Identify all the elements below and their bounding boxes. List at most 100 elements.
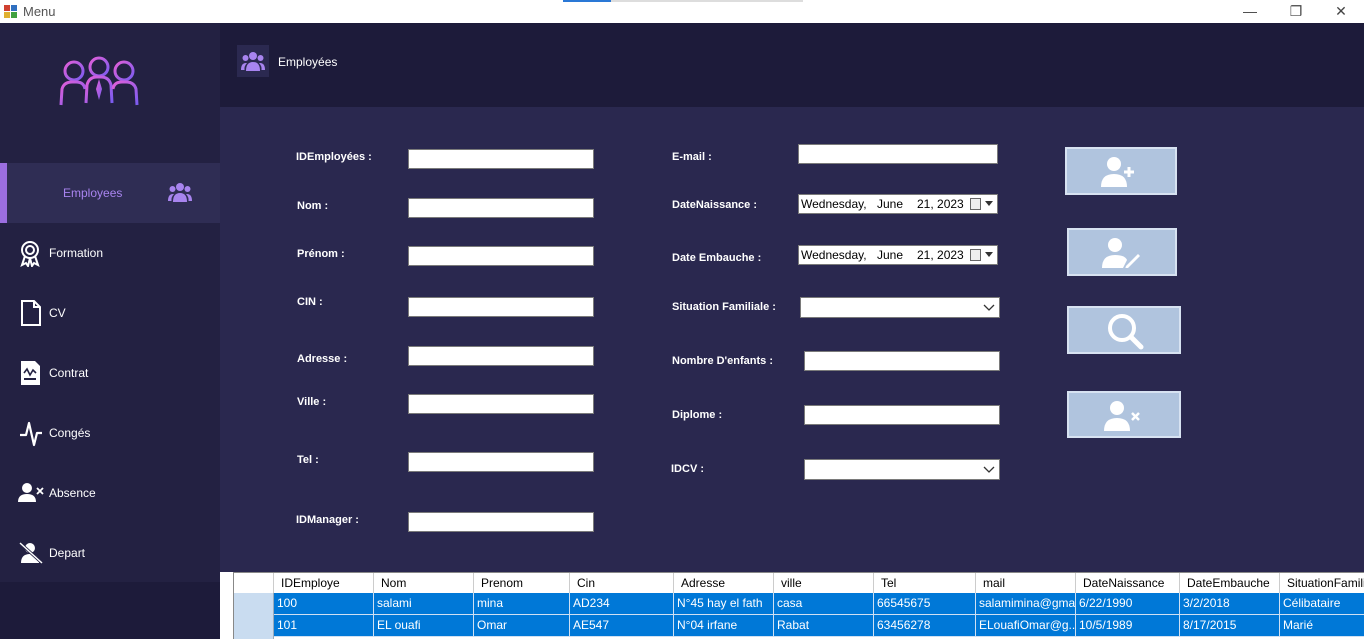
column-header[interactable]: ville (774, 573, 874, 593)
sidebar-item-contrat[interactable]: Contrat (0, 343, 220, 403)
title-progress (563, 0, 803, 2)
column-header[interactable]: DateEmbauche (1180, 573, 1280, 593)
column-header[interactable]: IDEmploye (274, 573, 374, 593)
nom-input[interactable] (408, 198, 594, 218)
table-corner[interactable] (234, 573, 274, 593)
users-icon (168, 183, 192, 202)
situation-select[interactable] (800, 297, 1000, 318)
sidebar-item-cv[interactable]: CV (0, 283, 220, 343)
sidebar-item-label: Formation (49, 246, 104, 260)
restore-button[interactable]: ❐ (1273, 0, 1319, 23)
row-header[interactable] (234, 593, 274, 615)
delete-employee-button[interactable] (1067, 391, 1181, 438)
cin-input[interactable] (408, 297, 594, 317)
sidebar-item-formation[interactable]: Formation (0, 223, 220, 283)
table-cell[interactable]: mina (474, 593, 570, 615)
user-slash-icon (18, 541, 44, 565)
add-user-icon (1101, 157, 1134, 187)
activity-icon (20, 421, 42, 447)
id-employee-input[interactable] (408, 149, 594, 169)
table-cell[interactable]: salamimina@gma... (976, 593, 1076, 615)
chevron-down-icon[interactable] (985, 252, 993, 257)
hire-date-picker[interactable]: Wednesday, June 21, 2023 (798, 245, 998, 265)
table-cell[interactable]: 63456278 (874, 615, 976, 637)
sidebar-item-label: Absence (49, 486, 96, 500)
prenom-input[interactable] (408, 246, 594, 266)
header: Employées (220, 23, 1364, 107)
email-input[interactable] (798, 144, 998, 164)
idcv-select[interactable] (804, 459, 1000, 480)
search-icon (1108, 314, 1144, 350)
table-cell[interactable]: Rabat (774, 615, 874, 637)
calendar-icon[interactable] (970, 249, 981, 261)
hire-date-month: June (877, 248, 904, 262)
close-button[interactable]: ✕ (1318, 0, 1364, 23)
children-label: Nombre D'enfants : (672, 355, 774, 367)
edit-employee-button[interactable] (1067, 228, 1177, 276)
birth-date-label: DateNaissance : (672, 199, 757, 211)
users-icon (241, 52, 265, 71)
chevron-down-icon (983, 304, 995, 311)
column-header[interactable]: Prenom (474, 573, 570, 593)
table-cell[interactable]: casa (774, 593, 874, 615)
column-header[interactable]: DateNaissance (1076, 573, 1180, 593)
column-header[interactable]: Adresse (674, 573, 774, 593)
sidebar-item-label: Contrat (49, 366, 89, 380)
table-cell[interactable]: 66545675 (874, 593, 976, 615)
add-employee-button[interactable] (1065, 147, 1177, 195)
column-header[interactable]: SituationFamiliale (1280, 573, 1364, 593)
table-cell[interactable]: Célibataire (1280, 593, 1364, 615)
calendar-icon[interactable] (970, 198, 981, 210)
table-cell[interactable]: Omar (474, 615, 570, 637)
hire-date-day-year: 21, 2023 (917, 248, 964, 262)
table-cell[interactable]: N°04 irfane (674, 615, 774, 637)
table-cell[interactable]: 6/22/1990 (1076, 593, 1180, 615)
table-cell[interactable]: AE547 (570, 615, 674, 637)
birth-date-picker[interactable]: Wednesday, June 21, 2023 (798, 194, 998, 214)
birth-date-day-year: 21, 2023 (917, 197, 964, 211)
page-title: Employées (278, 55, 338, 69)
sidebar-item-conges[interactable]: Congés (0, 403, 220, 463)
table-cell[interactable]: 101 (274, 615, 374, 637)
table-cell[interactable]: 100 (274, 593, 374, 615)
sidebar-item-absence[interactable]: Absence (0, 463, 220, 523)
table-cell[interactable]: 10/5/1989 (1076, 615, 1180, 637)
column-header[interactable]: Tel (874, 573, 976, 593)
birth-date-month: June (877, 197, 904, 211)
email-label: E-mail : (672, 151, 712, 163)
ville-input[interactable] (408, 394, 594, 414)
adresse-input[interactable] (408, 346, 594, 366)
column-header[interactable]: Nom (374, 573, 474, 593)
table-cell[interactable]: ELouafiOmar@g... (976, 615, 1076, 637)
table-cell[interactable]: N°45 hay el fath (674, 593, 774, 615)
employees-table[interactable]: IDEmploye Nom Prenom Cin Adresse ville Tel mail… (233, 572, 1364, 639)
window-title: Menu (23, 4, 56, 19)
delete-user-icon (1104, 401, 1140, 431)
table-cell[interactable]: EL ouafi (374, 615, 474, 637)
sidebar-footer (0, 582, 220, 639)
row-header[interactable] (234, 615, 274, 637)
table-cell[interactable]: 8/17/2015 (1180, 615, 1280, 637)
children-input[interactable] (804, 351, 1000, 371)
table-cell[interactable]: Marié (1280, 615, 1364, 637)
id-employee-label: IDEmployées : (296, 151, 372, 163)
sidebar-item-label: Depart (49, 546, 86, 560)
sidebar-item-employees[interactable]: Employees (0, 163, 220, 223)
document-icon (21, 300, 41, 326)
adresse-label: Adresse : (297, 353, 348, 365)
table-cell[interactable]: 3/2/2018 (1180, 593, 1280, 615)
column-header[interactable]: Cin (570, 573, 674, 593)
id-manager-input[interactable] (408, 512, 594, 532)
search-employee-button[interactable] (1067, 306, 1181, 354)
diploma-input[interactable] (804, 405, 1000, 425)
tel-input[interactable] (408, 452, 594, 472)
hire-date-weekday: Wednesday, (801, 248, 867, 262)
table-cell[interactable]: salami (374, 593, 474, 615)
sidebar-item-label: Congés (49, 426, 91, 440)
sidebar-item-depart[interactable]: Depart (0, 523, 220, 583)
cin-label: CIN : (297, 296, 323, 308)
column-header[interactable]: mail (976, 573, 1076, 593)
minimize-button[interactable]: — (1227, 0, 1273, 23)
chevron-down-icon[interactable] (985, 201, 993, 206)
table-cell[interactable]: AD234 (570, 593, 674, 615)
